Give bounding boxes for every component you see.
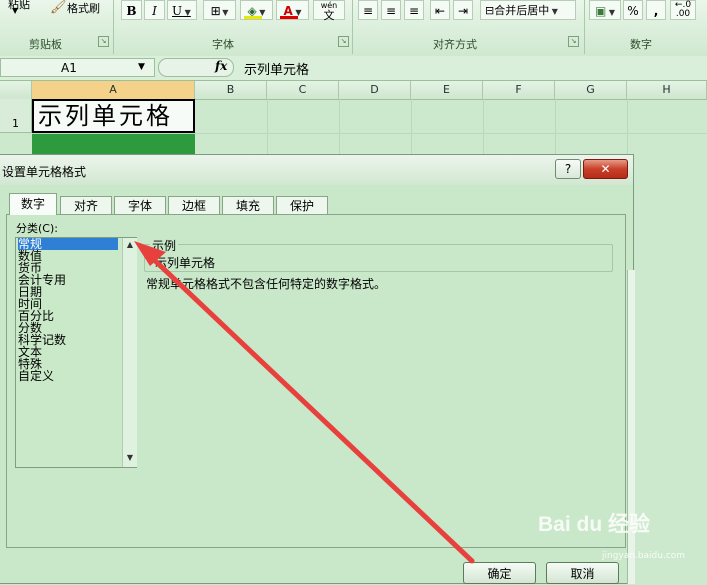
- annotation-arrow-head: [134, 241, 166, 266]
- baidu-watermark: Bai du 经验: [538, 513, 651, 536]
- annotation-arrow-line: [145, 251, 475, 564]
- baidu-watermark-url: jingyan.baidu.com: [602, 551, 686, 561]
- annotation-arrow-icon: [134, 241, 475, 564]
